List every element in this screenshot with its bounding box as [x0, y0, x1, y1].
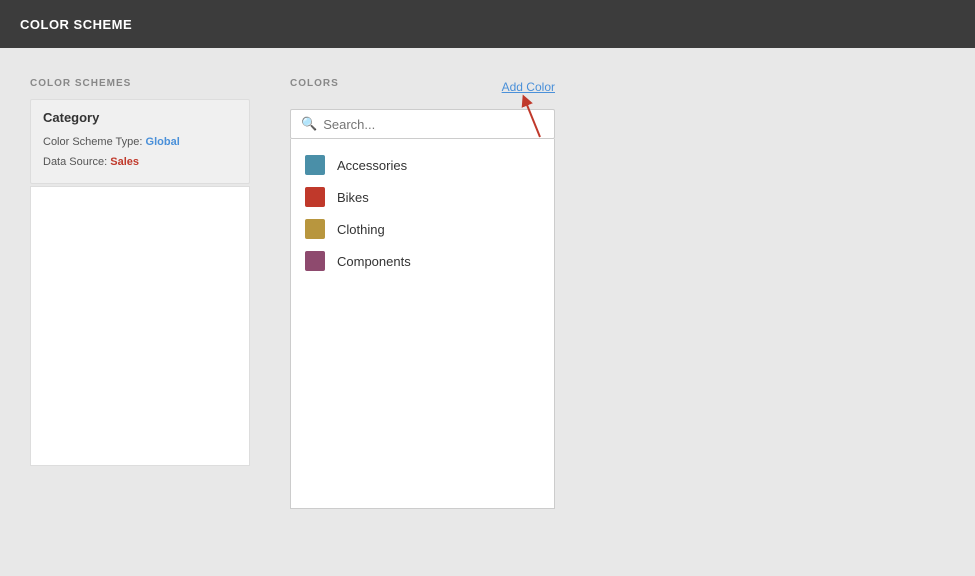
color-name: Clothing: [337, 222, 385, 237]
list-item[interactable]: Bikes: [291, 181, 554, 213]
scheme-type-row: Color Scheme Type: Global: [43, 133, 237, 153]
app-title: COLOR SCHEME: [20, 17, 132, 32]
main-content: COLOR SCHEMES Category Color Scheme Type…: [0, 48, 975, 576]
color-swatch: [305, 219, 325, 239]
colors-label: COLORS: [290, 78, 339, 89]
color-name: Bikes: [337, 190, 369, 205]
type-label: Color Scheme Type:: [43, 136, 142, 148]
source-value: Sales: [110, 156, 139, 168]
colors-list: Accessories Bikes Clothing Components: [290, 139, 555, 509]
app-header: COLOR SCHEME: [0, 0, 975, 48]
color-swatch: [305, 251, 325, 271]
right-panel: COLORS Add Color 🔍 Accessor: [290, 78, 555, 546]
right-panel-header: COLORS Add Color: [290, 78, 555, 99]
add-color-button[interactable]: Add Color: [502, 80, 555, 94]
type-value: Global: [146, 136, 180, 148]
color-name: Accessories: [337, 158, 407, 173]
search-icon: 🔍: [301, 116, 317, 132]
color-swatch: [305, 187, 325, 207]
scheme-meta: Color Scheme Type: Global Data Source: S…: [43, 133, 237, 173]
color-name: Components: [337, 254, 411, 269]
search-input[interactable]: [323, 117, 544, 132]
scheme-title: Category: [43, 110, 237, 125]
color-swatch: [305, 155, 325, 175]
list-item[interactable]: Components: [291, 245, 554, 277]
scheme-empty-area: [30, 186, 250, 466]
list-item[interactable]: Accessories: [291, 149, 554, 181]
color-schemes-label: COLOR SCHEMES: [30, 78, 250, 89]
list-item[interactable]: Clothing: [291, 213, 554, 245]
scheme-source-row: Data Source: Sales: [43, 153, 237, 173]
search-box[interactable]: 🔍: [290, 109, 555, 139]
source-label: Data Source:: [43, 156, 107, 168]
scheme-card[interactable]: Category Color Scheme Type: Global Data …: [30, 99, 250, 184]
left-panel: COLOR SCHEMES Category Color Scheme Type…: [30, 78, 250, 546]
